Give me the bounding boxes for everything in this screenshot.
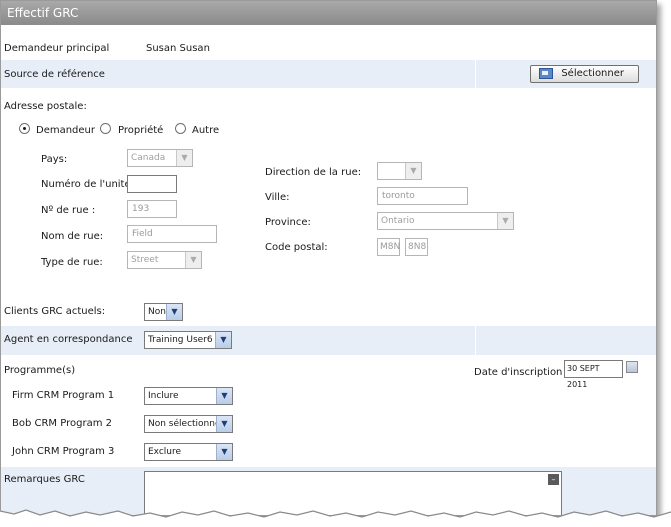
program-3-select-value: Exclure <box>148 447 182 457</box>
street-name-input[interactable]: Field <box>127 225 217 243</box>
radio-property[interactable] <box>100 123 111 134</box>
program-2-select[interactable]: Non sélectionné ▼ <box>144 415 233 433</box>
radio-requester[interactable] <box>19 123 30 134</box>
street-number-label: Nº de rue : <box>41 205 96 216</box>
radio-requester-label: Demandeur <box>36 125 96 136</box>
country-select-value: Canada <box>131 153 166 163</box>
select-source-button[interactable]: Sélectionner <box>530 65 639 83</box>
chevron-down-icon: ▼ <box>405 163 421 179</box>
select-window-icon <box>539 68 553 79</box>
country-select[interactable]: Canada ▼ <box>127 149 193 167</box>
city-input[interactable]: toronto <box>377 187 468 205</box>
street-number-input[interactable]: 193 <box>127 200 177 218</box>
torn-edge-decoration <box>0 509 671 527</box>
current-clients-select[interactable]: Non ▼ <box>144 303 183 321</box>
current-clients-label: Clients GRC actuels: <box>4 306 106 317</box>
programs-label: Programme(s) <box>4 365 76 376</box>
postal-code-part2-input[interactable]: 8N8 <box>405 238 428 256</box>
chevron-down-icon: ▼ <box>176 150 192 166</box>
unit-number-label: Numéro de l'unité: <box>41 179 135 190</box>
requester-label: Demandeur principal <box>4 43 110 54</box>
chevron-down-icon: ▼ <box>216 416 232 432</box>
remarks-label: Remarques GRC <box>4 474 85 485</box>
unit-number-input[interactable] <box>127 175 177 193</box>
calendar-icon[interactable] <box>626 361 638 373</box>
postal-code-label: Code postal: <box>265 242 328 253</box>
program-3-select[interactable]: Exclure ▼ <box>144 443 233 461</box>
select-source-button-label: Sélectionner <box>561 68 624 79</box>
chevron-down-icon: ▼ <box>216 388 232 404</box>
province-label: Province: <box>265 217 311 228</box>
agent-row-divider <box>475 326 476 355</box>
street-type-select[interactable]: Street ▼ <box>127 251 202 269</box>
agent-select-value: Training User6 <box>148 335 213 345</box>
agent-label: Agent en correspondance <box>4 334 133 345</box>
street-direction-select[interactable]: ▼ <box>377 162 422 180</box>
requester-value: Susan Susan <box>146 43 210 54</box>
chevron-down-icon: ▼ <box>185 252 201 268</box>
scroll-up-icon[interactable]: – <box>548 474 559 485</box>
province-select[interactable]: Ontario ▼ <box>377 212 514 230</box>
agent-select[interactable]: Training User6 ▼ <box>144 331 232 349</box>
chevron-down-icon: ▼ <box>497 213 513 229</box>
province-select-value: Ontario <box>381 216 415 226</box>
program-3-name: John CRM Program 3 <box>12 446 115 457</box>
country-label: Pays: <box>41 154 68 165</box>
chevron-down-icon: ▼ <box>216 444 232 460</box>
enrollment-date-label: Date d'inscription <box>474 367 563 378</box>
reference-source-label: Source de référence <box>4 69 105 80</box>
panel-title: Effectif GRC <box>1 1 656 25</box>
reference-source-divider <box>475 60 476 88</box>
postal-code-part1-input[interactable]: M8N <box>377 238 400 256</box>
radio-other-label: Autre <box>192 125 220 136</box>
postal-address-label: Adresse postale: <box>4 101 87 112</box>
program-2-name: Bob CRM Program 2 <box>12 418 112 429</box>
enrollment-date-input[interactable]: 30 SEPT 2011 <box>564 360 623 389</box>
street-type-select-value: Street <box>131 255 159 265</box>
street-type-label: Type de rue: <box>41 257 103 268</box>
program-2-select-value: Non sélectionné <box>148 419 221 429</box>
chevron-down-icon: ▼ <box>166 304 182 320</box>
crm-staff-panel: Effectif GRC Demandeur principal Susan S… <box>0 0 657 516</box>
city-label: Ville: <box>265 192 290 203</box>
program-1-name: Firm CRM Program 1 <box>12 390 115 401</box>
street-direction-label: Direction de la rue: <box>265 167 362 178</box>
current-clients-select-value: Non <box>148 307 166 317</box>
program-1-select[interactable]: Inclure ▼ <box>144 387 233 405</box>
street-name-label: Nom de rue: <box>41 231 104 242</box>
radio-property-label: Propriété <box>118 125 164 136</box>
radio-other[interactable] <box>175 123 186 134</box>
chevron-down-icon: ▼ <box>215 332 231 348</box>
program-1-select-value: Inclure <box>148 391 179 401</box>
